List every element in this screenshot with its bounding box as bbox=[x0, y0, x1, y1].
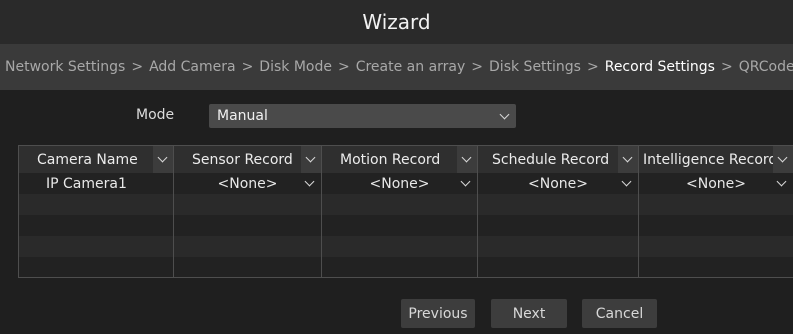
column-header-label: Schedule Record bbox=[492, 151, 610, 168]
select-value: <None> bbox=[217, 175, 278, 192]
column-header-motion-record[interactable]: Motion Record bbox=[322, 145, 478, 173]
breadcrumb-separator: > bbox=[241, 59, 254, 75]
chevron-down-icon bbox=[461, 152, 472, 163]
empty-cell bbox=[174, 215, 322, 236]
title-bar: Wizard bbox=[0, 0, 793, 44]
column-header-label: Intelligence Record bbox=[643, 151, 778, 168]
select-value: <None> bbox=[369, 175, 430, 192]
empty-cell bbox=[19, 257, 174, 277]
column-header-sensor-record[interactable]: Sensor Record bbox=[174, 145, 322, 173]
camera-name-cell: IP Camera1 bbox=[19, 173, 174, 194]
breadcrumb-separator: > bbox=[586, 59, 599, 75]
table-row-empty bbox=[19, 236, 793, 257]
intelligence-record-select[interactable]: <None> bbox=[639, 173, 793, 194]
breadcrumb-qrcode[interactable]: QRCode bbox=[739, 59, 793, 75]
chevron-down-icon bbox=[777, 152, 788, 163]
column-menu-button[interactable] bbox=[773, 146, 793, 173]
record-settings-table: Camera Name Sensor Record Motion Record … bbox=[18, 145, 793, 278]
cancel-button[interactable]: Cancel bbox=[582, 299, 657, 328]
breadcrumb-separator: > bbox=[337, 59, 350, 75]
empty-cell bbox=[478, 215, 639, 236]
mode-label: Mode bbox=[136, 107, 175, 123]
chevron-down-icon bbox=[305, 152, 316, 163]
empty-cell bbox=[19, 194, 174, 215]
empty-cell bbox=[174, 194, 322, 215]
column-header-label: Sensor Record bbox=[192, 151, 293, 168]
select-value: <None> bbox=[686, 175, 746, 192]
empty-cell bbox=[174, 257, 322, 277]
breadcrumb-add-camera[interactable]: Add Camera bbox=[149, 59, 236, 75]
empty-cell bbox=[322, 194, 478, 215]
breadcrumb-separator: > bbox=[720, 59, 733, 75]
column-header-label: Camera Name bbox=[37, 151, 138, 168]
empty-cell bbox=[174, 236, 322, 257]
chevron-down-icon bbox=[157, 152, 168, 163]
chevron-down-icon bbox=[304, 176, 315, 187]
breadcrumb-separator: > bbox=[131, 59, 144, 75]
chevron-down-icon bbox=[622, 152, 633, 163]
empty-cell bbox=[322, 215, 478, 236]
chevron-down-icon bbox=[776, 176, 787, 187]
next-button[interactable]: Next bbox=[491, 299, 567, 328]
empty-cell bbox=[639, 257, 793, 277]
empty-cell bbox=[322, 257, 478, 277]
table-row-empty bbox=[19, 194, 793, 215]
chevron-down-icon bbox=[460, 176, 471, 187]
breadcrumb-network-settings[interactable]: Network Settings bbox=[5, 59, 125, 75]
column-header-label: Motion Record bbox=[340, 151, 441, 168]
breadcrumb-disk-settings[interactable]: Disk Settings bbox=[489, 59, 581, 75]
select-value: <None> bbox=[528, 175, 588, 192]
breadcrumb: Network Settings > Add Camera > Disk Mod… bbox=[0, 44, 793, 90]
column-menu-button[interactable] bbox=[457, 146, 477, 173]
column-header-camera-name[interactable]: Camera Name bbox=[19, 145, 174, 173]
column-menu-button[interactable] bbox=[301, 146, 321, 173]
chevron-down-icon bbox=[499, 109, 510, 120]
window-title: Wizard bbox=[362, 10, 431, 34]
empty-cell bbox=[322, 236, 478, 257]
table-header: Camera Name Sensor Record Motion Record … bbox=[19, 145, 793, 173]
breadcrumb-create-array[interactable]: Create an array bbox=[356, 59, 466, 75]
column-header-intelligence-record[interactable]: Intelligence Record bbox=[639, 145, 793, 173]
empty-cell bbox=[639, 215, 793, 236]
empty-cell bbox=[639, 194, 793, 215]
empty-cell bbox=[19, 236, 174, 257]
breadcrumb-record-settings[interactable]: Record Settings bbox=[605, 59, 715, 75]
empty-cell bbox=[639, 236, 793, 257]
previous-button[interactable]: Previous bbox=[401, 299, 475, 328]
mode-dropdown[interactable]: Manual bbox=[209, 104, 516, 128]
breadcrumb-separator: > bbox=[471, 59, 484, 75]
column-header-schedule-record[interactable]: Schedule Record bbox=[478, 145, 639, 173]
empty-cell bbox=[478, 236, 639, 257]
sensor-record-select[interactable]: <None> bbox=[174, 173, 322, 194]
table-row-empty bbox=[19, 215, 793, 236]
empty-cell bbox=[478, 194, 639, 215]
column-menu-button[interactable] bbox=[618, 146, 638, 173]
table-row-empty bbox=[19, 257, 793, 277]
column-menu-button[interactable] bbox=[153, 146, 173, 173]
empty-cell bbox=[19, 215, 174, 236]
empty-cell bbox=[478, 257, 639, 277]
chevron-down-icon bbox=[621, 176, 632, 187]
schedule-record-select[interactable]: <None> bbox=[478, 173, 639, 194]
motion-record-select[interactable]: <None> bbox=[322, 173, 478, 194]
breadcrumb-disk-mode[interactable]: Disk Mode bbox=[259, 59, 332, 75]
mode-value: Manual bbox=[217, 108, 268, 124]
table-row[interactable]: IP Camera1 <None> <None> <None> <None> bbox=[19, 173, 793, 194]
